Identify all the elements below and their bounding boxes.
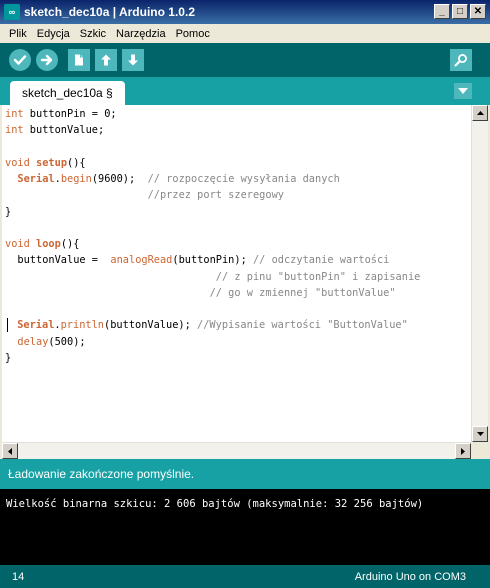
title-bar: ∞ sketch_dec10a | Arduino 1.0.2 _ □ ✕ <box>0 0 490 24</box>
scroll-down-button[interactable] <box>472 426 488 442</box>
window-controls: _ □ ✕ <box>434 4 486 19</box>
scroll-left-button[interactable] <box>2 443 18 459</box>
new-button[interactable] <box>68 49 90 71</box>
arrow-down-icon <box>128 54 138 66</box>
triangle-left-icon <box>8 447 12 455</box>
tab-menu-button[interactable] <box>454 83 472 99</box>
status-bar: Ładowanie zakończone pomyślnie. <box>0 459 490 489</box>
arrow-up-icon <box>101 54 111 66</box>
board-info: Arduino Uno on COM3 <box>354 570 466 583</box>
footer-bar: 14 Arduino Uno on COM3 <box>0 565 490 588</box>
serial-monitor-button[interactable] <box>450 49 472 71</box>
scroll-right-button[interactable] <box>455 443 471 459</box>
code-editor[interactable]: int buttonPin = 0; int buttonValue; void… <box>2 105 471 442</box>
triangle-down-icon <box>458 88 468 94</box>
close-button[interactable]: ✕ <box>470 4 486 19</box>
scroll-up-button[interactable] <box>472 105 488 121</box>
console-output: Wielkość binarna szkicu: 2 606 bajtów (m… <box>0 489 490 565</box>
triangle-right-icon <box>461 447 465 455</box>
magnifier-icon <box>454 54 467 67</box>
arrow-right-icon <box>40 54 53 66</box>
menu-tools[interactable]: Narzędzia <box>111 28 171 40</box>
horizontal-scrollbar[interactable] <box>2 442 471 459</box>
maximize-button[interactable]: □ <box>452 4 468 19</box>
toolbar <box>0 43 490 77</box>
verify-button[interactable] <box>9 49 31 71</box>
menu-help[interactable]: Pomoc <box>171 28 215 40</box>
code-line: delay(500); <box>17 335 86 348</box>
code-line: Serial.println(buttonValue); //Wypisanie… <box>5 317 471 333</box>
code-line: // go w zmiennej "buttonValue" <box>5 286 396 299</box>
code-line: int buttonValue; <box>5 124 105 137</box>
tab-strip: sketch_dec10a § <box>0 77 490 105</box>
code-line: void setup(){ <box>5 156 86 169</box>
menu-file[interactable]: Plik <box>4 28 32 40</box>
vertical-scrollbar[interactable] <box>471 105 488 442</box>
line-number: 14 <box>12 570 25 583</box>
code-line: //przez port szeregowy <box>5 189 284 202</box>
menu-sketch[interactable]: Szkic <box>75 28 111 40</box>
triangle-down-icon <box>476 432 484 436</box>
upload-button[interactable] <box>36 49 58 71</box>
window-title: sketch_dec10a | Arduino 1.0.2 <box>24 5 195 19</box>
menu-edit[interactable]: Edycja <box>32 28 75 40</box>
save-button[interactable] <box>122 49 144 71</box>
scrollbar-corner <box>471 442 488 459</box>
text-cursor <box>7 318 8 333</box>
check-icon <box>13 55 27 65</box>
menu-bar: Plik Edycja Szkic Narzędzia Pomoc <box>0 24 490 43</box>
code-line: int buttonPin = 0; <box>5 108 117 120</box>
code-line: // z pinu "buttonPin" i zapisanie <box>5 270 421 283</box>
triangle-up-icon <box>476 111 484 115</box>
code-line: } <box>5 351 12 364</box>
code-line: } <box>5 205 12 218</box>
status-message: Ładowanie zakończone pomyślnie. <box>8 467 195 481</box>
minimize-button[interactable]: _ <box>434 4 450 19</box>
arduino-logo-icon: ∞ <box>4 4 20 20</box>
tab-sketch[interactable]: sketch_dec10a § <box>10 81 125 105</box>
code-line: buttonValue = analogRead(buttonPin); // … <box>5 254 390 267</box>
code-line: Serial.begin(9600); // rozpoczęcie wysył… <box>17 173 340 185</box>
new-file-icon <box>75 54 83 66</box>
open-button[interactable] <box>95 49 117 71</box>
code-line: void loop(){ <box>5 238 80 250</box>
